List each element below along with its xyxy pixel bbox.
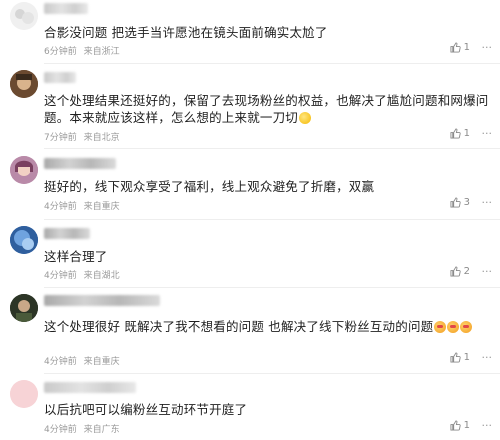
comment-text: 这个处理很好 既解决了我不想看的问题 也解决了线下粉丝互动的问题 — [44, 318, 490, 335]
more-options-icon[interactable]: ··· — [482, 127, 493, 140]
like-button[interactable]: 1 — [450, 128, 470, 139]
thumbs-up-icon — [450, 42, 461, 53]
comment-item: 合影没问题 把选手当许愿池在镜头面前确实太尬了 6分钟前 来自浙江 1 ··· — [0, 0, 500, 64]
like-button[interactable]: 1 — [450, 352, 470, 363]
comment-location: 来自重庆 — [83, 357, 120, 367]
more-options-icon[interactable]: ··· — [482, 41, 493, 54]
thumbs-up-icon — [450, 197, 461, 208]
avatar[interactable] — [10, 2, 38, 30]
comment-location: 来自湖北 — [83, 271, 120, 281]
comment-text: 这样合理了 — [44, 249, 108, 264]
comment-item: 这个处理结果还挺好的，保留了去现场粉丝的权益，也解决了尴尬问题和网爆问题。本来就… — [0, 66, 500, 149]
comment-item: 以后抗吧可以编粉丝互动环节开庭了 4分钟前 来自广东 1 ··· — [0, 376, 500, 440]
thumbs-up-icon — [450, 352, 461, 363]
more-options-icon[interactable]: ··· — [482, 196, 493, 209]
comment-item: 这个处理很好 既解决了我不想看的问题 也解决了线下粉丝互动的问题 4分钟前 来自… — [0, 290, 500, 374]
more-options-icon[interactable]: ··· — [482, 419, 493, 432]
comment-meta: 4分钟前 来自广东 — [44, 422, 124, 435]
like-button[interactable]: 1 — [450, 42, 470, 53]
comment-meta: 4分钟前 来自重庆 — [44, 354, 124, 367]
thumbs-up-icon — [450, 266, 461, 277]
sweat-smile-emoji — [299, 112, 312, 124]
comment-text: 这个处理结果还挺好的，保留了去现场粉丝的权益，也解决了尴尬问题和网爆问题。本来就… — [44, 92, 490, 126]
comment-text: 以后抗吧可以编粉丝互动环节开庭了 — [44, 402, 248, 417]
divider — [44, 219, 500, 220]
like-button[interactable]: 1 — [450, 420, 470, 431]
username[interactable] — [44, 295, 160, 306]
divider — [44, 63, 500, 64]
username[interactable] — [44, 228, 90, 239]
comment-time: 4分钟前 — [44, 202, 77, 212]
divider — [44, 148, 500, 149]
like-count: 2 — [463, 266, 470, 277]
more-options-icon[interactable]: ··· — [482, 351, 493, 364]
like-count: 1 — [463, 352, 470, 363]
comment-location: 来自浙江 — [83, 47, 120, 57]
like-count: 1 — [463, 42, 470, 53]
heart-eyes-emoji — [447, 321, 460, 333]
thumbs-up-icon — [450, 420, 461, 431]
comment-time: 4分钟前 — [44, 271, 77, 281]
like-count: 3 — [463, 197, 470, 208]
comment-time: 4分钟前 — [44, 357, 77, 367]
comment-time: 7分钟前 — [44, 133, 77, 143]
comment-text-body: 这个处理结果还挺好的，保留了去现场粉丝的权益，也解决了尴尬问题和网爆问题。本来就… — [44, 93, 489, 125]
avatar[interactable] — [10, 156, 38, 184]
comment-item: 这样合理了 4分钟前 来自湖北 2 ··· — [0, 222, 500, 288]
comment-location: 来自广东 — [83, 425, 120, 435]
username[interactable] — [44, 3, 88, 14]
more-options-icon[interactable]: ··· — [482, 265, 493, 278]
username[interactable] — [44, 382, 136, 393]
comment-location: 来自重庆 — [83, 202, 120, 212]
comment-text-body: 这个处理很好 既解决了我不想看的问题 也解决了线下粉丝互动的问题 — [44, 319, 434, 334]
username[interactable] — [44, 158, 116, 169]
like-count: 1 — [463, 420, 470, 431]
comment-meta: 4分钟前 来自湖北 — [44, 268, 124, 281]
divider — [44, 373, 500, 374]
comment-meta: 7分钟前 来自北京 — [44, 130, 124, 143]
avatar[interactable] — [10, 226, 38, 254]
comment-meta: 6分钟前 来自浙江 — [44, 44, 124, 57]
heart-eyes-emoji — [434, 321, 447, 333]
comment-time: 6分钟前 — [44, 47, 77, 57]
like-count: 1 — [463, 128, 470, 139]
comment-meta: 4分钟前 来自重庆 — [44, 199, 124, 212]
like-button[interactable]: 3 — [450, 197, 470, 208]
comment-text: 合影没问题 把选手当许愿池在镜头面前确实太尬了 — [44, 25, 328, 40]
comment-location: 来自北京 — [83, 133, 120, 143]
comment-text: 挺好的，线下观众享受了福利，线上观众避免了折磨，双赢 — [44, 179, 375, 194]
avatar[interactable] — [10, 70, 38, 98]
thumbs-up-icon — [450, 128, 461, 139]
divider — [44, 287, 500, 288]
heart-eyes-emoji — [460, 321, 473, 333]
comment-time: 4分钟前 — [44, 425, 77, 435]
comment-item: 挺好的，线下观众享受了福利，线上观众避免了折磨，双赢 4分钟前 来自重庆 3 ·… — [0, 150, 500, 220]
username[interactable] — [44, 72, 76, 83]
avatar[interactable] — [10, 294, 38, 322]
avatar[interactable] — [10, 380, 38, 408]
like-button[interactable]: 2 — [450, 266, 470, 277]
